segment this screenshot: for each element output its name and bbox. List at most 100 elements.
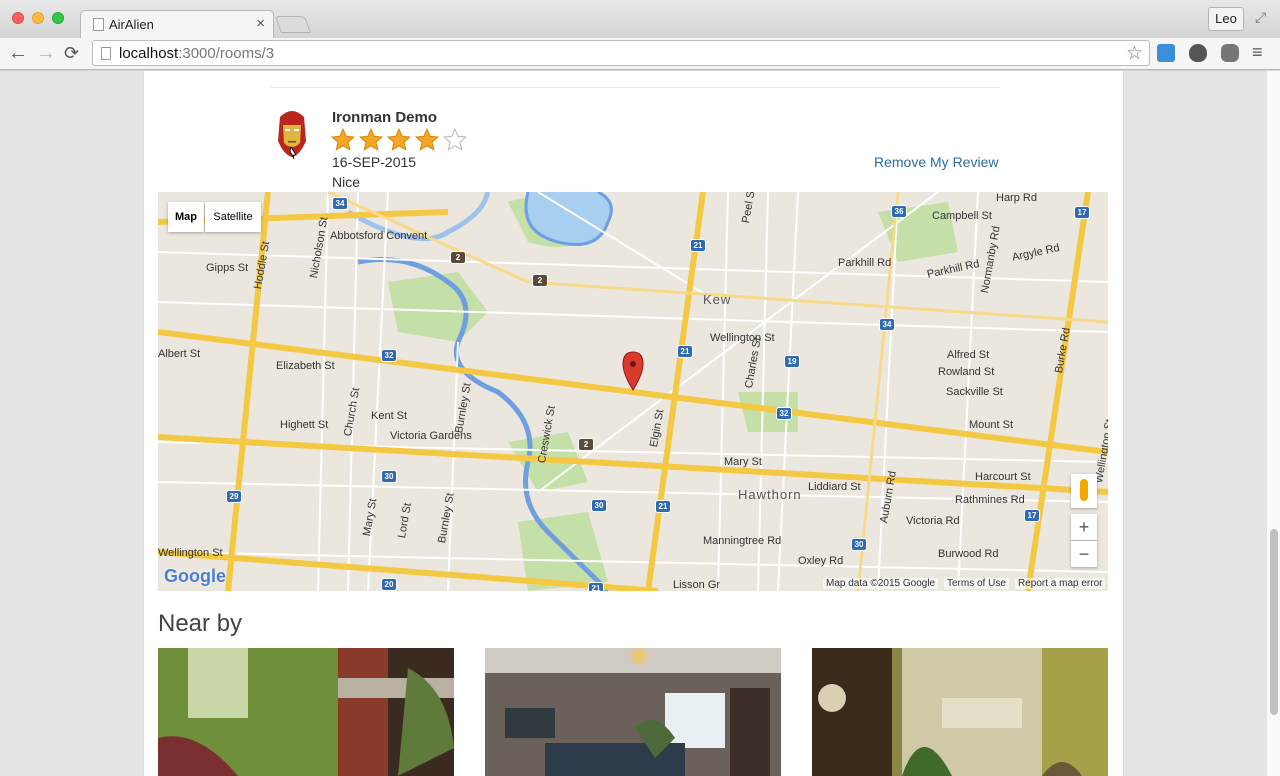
map-label: Campbell St [932,210,992,222]
url-text[interactable]: localhost:3000/rooms/3 [119,45,274,62]
pocket-icon[interactable] [1189,44,1207,62]
filled-star-icon [414,127,440,151]
review-date: 16-SEP-2015 [332,154,417,170]
page-viewport: Ironman Demo 16-SEP-2015 Nice Remove My … [0,71,1266,776]
road-number-badge: 21 [677,345,693,358]
map-label: Albert St [158,348,201,360]
road-number-badge: 19 [784,355,800,368]
road-number-badge: 30 [851,538,867,551]
evernote-icon[interactable] [1221,44,1239,62]
google-logo[interactable]: Google [164,566,226,587]
map-label: Parkhill Rd [838,257,892,269]
google-map[interactable]: Map Satellite Abbotsford Convent Victoria… [158,192,1108,591]
map-label: Manningtree Rd [703,535,782,547]
terms-of-use-link[interactable]: Terms of Use [944,578,1009,589]
map-label: Elizabeth St [276,360,335,372]
filled-star-icon [330,127,356,151]
page-icon [93,18,104,31]
new-tab-button[interactable] [274,16,312,33]
bookmark-star-icon[interactable]: ☆ [1126,42,1143,65]
menu-icon[interactable]: ≡ [1252,41,1263,63]
filled-star-icon [386,127,412,151]
map-label: Liddiard St [808,481,861,493]
road-number-badge: 21 [588,582,604,591]
reload-icon[interactable]: ⟳ [64,42,79,64]
extension-window-icon[interactable] [1157,44,1175,62]
nearby-room-photo [812,648,1108,776]
nearby-room-card[interactable] [485,648,781,776]
reviewer-name: Ironman Demo [332,109,438,126]
maximize-window-button[interactable] [52,12,64,24]
map-label: Harp Rd [996,192,1037,204]
map-label: Harcourt St [975,471,1031,483]
map-label: Burwood Rd [938,548,999,560]
road-number-badge: 32 [381,349,397,362]
road-number-badge: 17 [1074,206,1090,219]
forward-icon[interactable]: → [36,42,56,64]
road-number-badge: 34 [879,318,895,331]
road-number-badge: 2 [578,438,594,451]
map-label: Gipps St [206,262,249,274]
rating-stars [330,127,468,153]
road-number-badge: 2 [532,274,548,287]
map-label: Rathmines Rd [955,494,1025,506]
nearby-room-card[interactable] [812,648,1108,776]
road-number-badge: 21 [655,500,671,513]
map-label: Wellington St [158,547,223,559]
road-number-badge: 30 [381,470,397,483]
map-label: Mary St [724,456,762,468]
map-attribution: Map data ©2015 Google [823,578,939,589]
profile-button[interactable]: Leo [1208,7,1244,31]
map-label: Alfred St [947,349,990,361]
browser-tab[interactable]: AirAlien × [80,10,274,38]
road-number-badge: 20 [381,578,397,591]
vertical-scrollbar[interactable] [1266,71,1280,776]
empty-star-icon [442,127,468,151]
map-label: Oxley Rd [798,555,844,567]
review-text: Nice [332,174,361,190]
close-window-button[interactable] [12,12,24,24]
map-label: Hawthorn [738,487,802,502]
road-number-badge: 30 [591,499,607,512]
road-number-badge: 32 [776,407,792,420]
remove-review-link[interactable]: Remove My Review [874,154,998,170]
nearby-room-photo [485,648,781,776]
road-number-badge: 21 [690,239,706,252]
scrollbar-thumb[interactable] [1270,529,1278,715]
report-map-error-link[interactable]: Report a map error [1015,578,1106,589]
filled-star-icon [358,127,384,151]
nearby-room-card[interactable] [158,648,454,776]
minimize-window-button[interactable] [32,12,44,24]
map-label: Victoria Rd [906,515,960,527]
content-container: Ironman Demo 16-SEP-2015 Nice Remove My … [143,71,1124,776]
address-bar[interactable]: localhost:3000/rooms/3 ☆ [92,40,1150,66]
page-icon [101,47,111,60]
road-number-badge: 34 [332,197,348,210]
back-icon[interactable]: ← [8,42,28,64]
map-label: Rowland St [938,366,995,378]
browser-title-bar: AirAlien × Leo ⤢ [0,0,1280,38]
street-view-pegman-icon[interactable] [1071,474,1097,508]
nearby-room-photo [158,648,454,776]
nearby-heading: Near by [158,610,243,637]
map-label: Kent St [371,410,408,422]
map-label: Lisson Gr [673,579,721,591]
map-label: Mount St [969,419,1014,431]
map-label: Wellington St [710,332,775,344]
map-label: Sackville St [946,386,1003,398]
road-number-badge: 29 [226,490,242,503]
road-number-badge: 36 [891,205,907,218]
zoom-in-button[interactable]: + [1071,514,1097,540]
tab-close-icon[interactable]: × [256,15,265,32]
map-type-map-button[interactable]: Map [168,202,204,232]
road-number-badge: 2 [450,251,466,264]
ironman-avatar [278,111,306,159]
zoom-out-button[interactable]: − [1071,541,1097,567]
fullscreen-icon[interactable]: ⤢ [1255,9,1266,26]
divider [270,87,1000,88]
map-type-satellite-button[interactable]: Satellite [205,202,261,232]
map-label: Abbotsford Convent [330,230,428,242]
road-number-badge: 17 [1024,509,1040,522]
map-label: Highett St [280,419,329,431]
tab-title: AirAlien [109,17,154,32]
